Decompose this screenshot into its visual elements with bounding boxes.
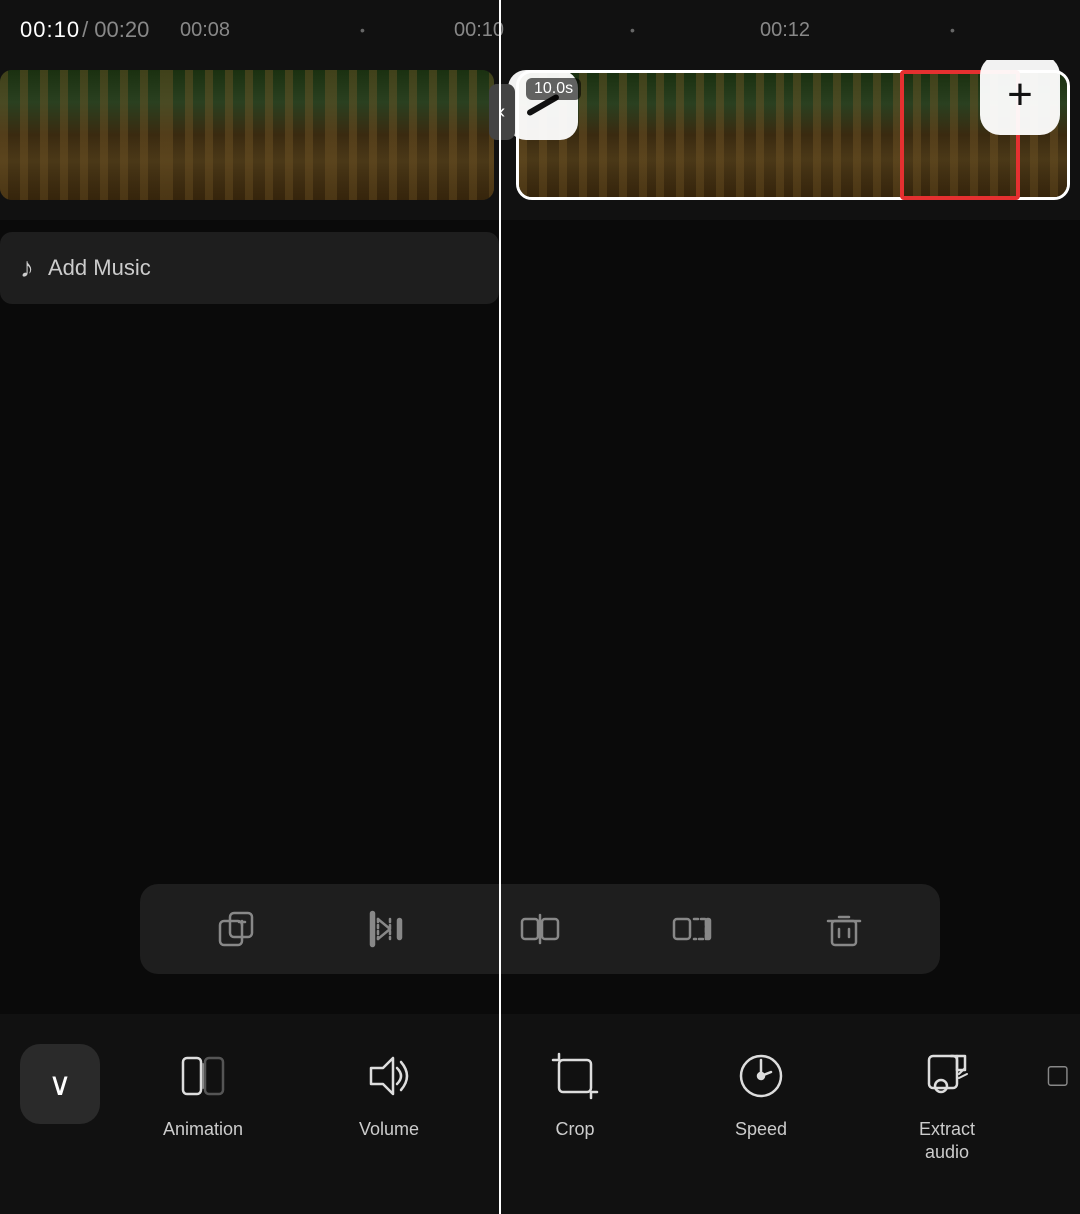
partial-icon xyxy=(1045,1050,1075,1102)
extract-audio-label: Extractaudio xyxy=(919,1118,975,1165)
volume-icon xyxy=(363,1050,415,1102)
extract-audio-icon-wrap xyxy=(915,1044,979,1108)
crop-icon xyxy=(549,1050,601,1102)
volume-label: Volume xyxy=(359,1118,419,1141)
speed-icon-wrap xyxy=(729,1044,793,1108)
duplicate-button[interactable] xyxy=(204,897,268,961)
video-frame-1 xyxy=(0,70,165,200)
nav-item-volume[interactable]: Volume xyxy=(296,1044,482,1141)
nav-item-animation[interactable]: Animation xyxy=(110,1044,296,1141)
video-frame-3 xyxy=(329,70,494,200)
crop-icon-wrap xyxy=(543,1044,607,1108)
animation-icon-wrap xyxy=(171,1044,235,1108)
add-music-label: Add Music xyxy=(48,255,151,281)
video-frame-r2 xyxy=(656,73,793,197)
speed-icon xyxy=(735,1050,787,1102)
delete-icon xyxy=(824,909,864,949)
nav-item-partial xyxy=(1040,1044,1080,1108)
collapse-button[interactable]: ∨ xyxy=(20,1044,100,1124)
nav-item-extract-audio[interactable]: Extractaudio xyxy=(854,1044,1040,1165)
split-button[interactable] xyxy=(508,897,572,961)
speed-label: Speed xyxy=(735,1118,787,1141)
music-icon: ♪ xyxy=(20,252,34,284)
clip-edit-toolbar xyxy=(140,884,940,974)
trim-end-icon xyxy=(672,909,712,949)
bottom-nav: ∨ Animation Volume xyxy=(0,1014,1080,1214)
chevron-down-icon: ∨ xyxy=(48,1065,71,1103)
animation-label: Animation xyxy=(163,1118,243,1141)
clip-duration-badge: 10.0s xyxy=(526,78,581,100)
chevron-left-button[interactable]: ‹ xyxy=(489,84,515,140)
add-music-bar[interactable]: ♪ Add Music xyxy=(0,232,499,304)
split-icon xyxy=(520,909,560,949)
volume-icon-wrap xyxy=(357,1044,421,1108)
crop-label: Crop xyxy=(555,1118,594,1141)
playhead xyxy=(499,0,501,1214)
collapse-nav-item: ∨ xyxy=(0,1044,110,1124)
delete-button[interactable] xyxy=(812,897,876,961)
video-clip-left[interactable] xyxy=(0,70,494,200)
plus-icon: + xyxy=(1007,73,1033,117)
nav-item-crop[interactable]: Crop xyxy=(482,1044,668,1141)
total-time: / 00:20 xyxy=(82,17,149,43)
current-time: 00:10 xyxy=(20,17,80,43)
plus-button[interactable]: + xyxy=(980,60,1060,135)
timeline-header: 00:10 / 00:20 xyxy=(0,0,1080,60)
timeline-strip-area: ‹ 10.0s + xyxy=(0,60,1080,220)
trim-end-button[interactable] xyxy=(660,897,724,961)
animation-icon xyxy=(177,1050,229,1102)
duplicate-icon xyxy=(216,909,256,949)
video-frame-2 xyxy=(165,70,330,200)
nav-item-speed[interactable]: Speed xyxy=(668,1044,854,1141)
trim-start-button[interactable] xyxy=(356,897,420,961)
trim-start-icon xyxy=(368,909,408,949)
extract-audio-icon xyxy=(921,1050,973,1102)
